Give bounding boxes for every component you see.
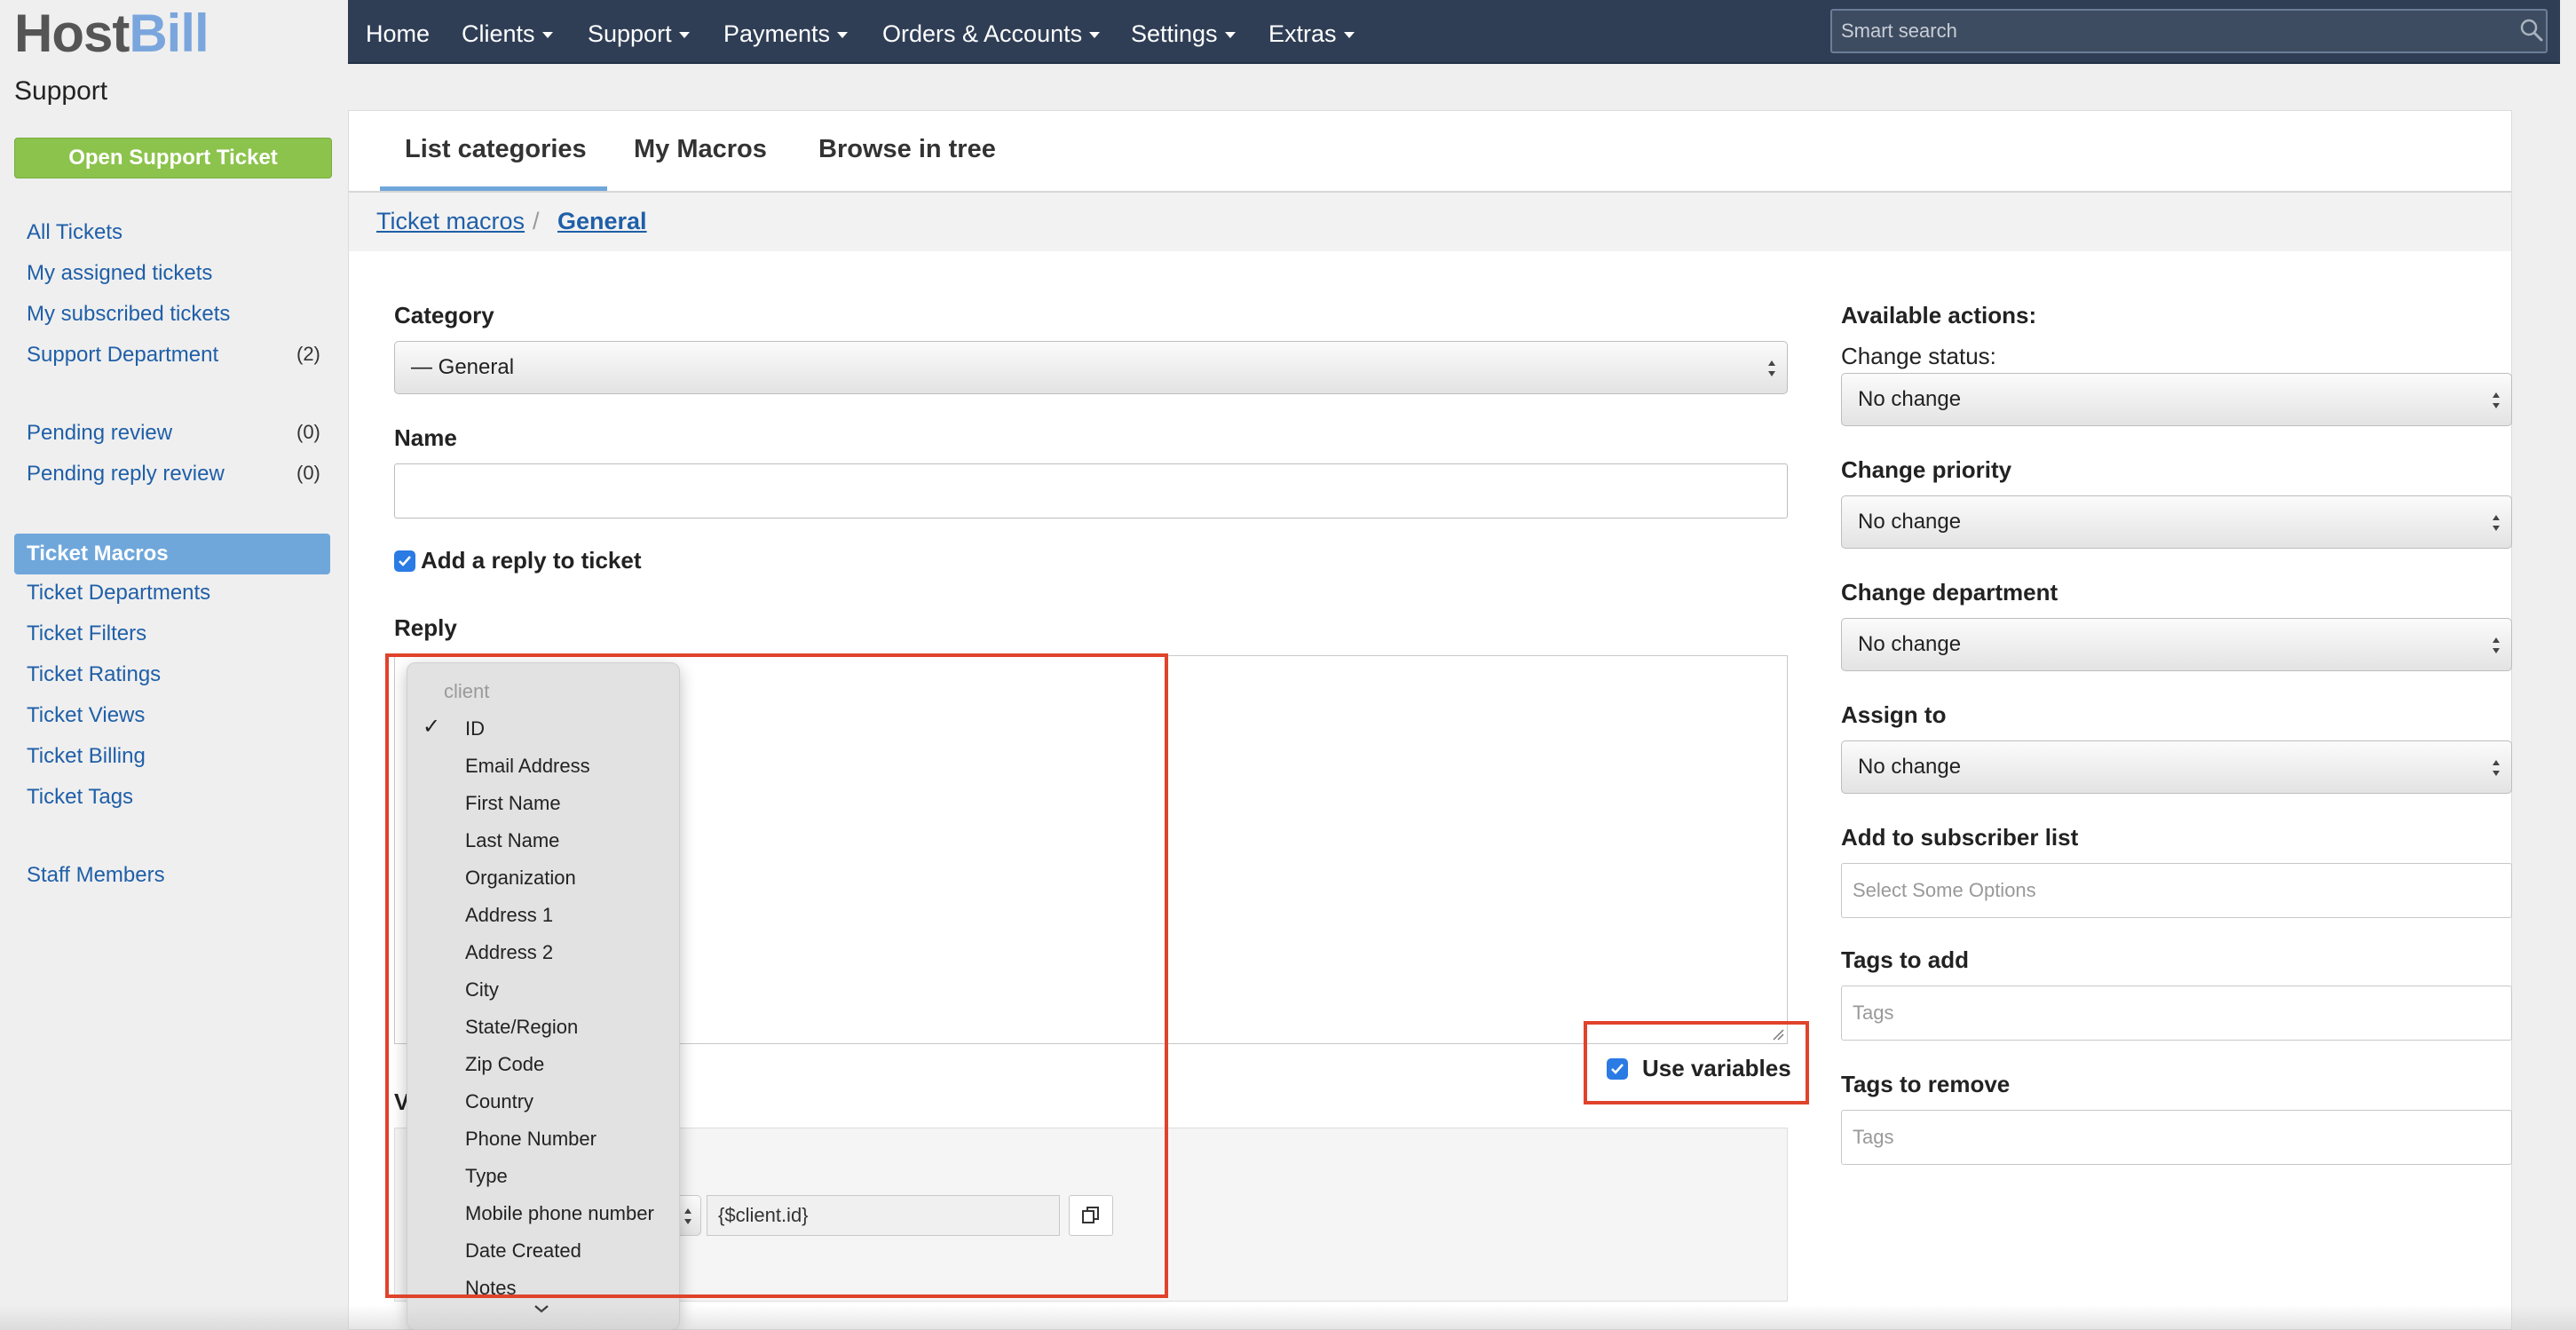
sidebar-item-pending-review[interactable]: Pending review (27, 421, 172, 446)
nav-home[interactable]: Home (366, 0, 430, 64)
sidebar-item-all-tickets[interactable]: All Tickets (27, 220, 122, 245)
pending-review-count: (0) (296, 421, 320, 443)
available-actions-title: Available actions: (1841, 302, 2037, 329)
bottom-fade (0, 1305, 2576, 1330)
sidebar-title: Support (14, 76, 108, 106)
tab-list-categories[interactable]: List categories (405, 135, 587, 164)
nav-clients[interactable]: Clients (462, 0, 553, 64)
change-priority-label: Change priority (1841, 456, 2012, 483)
select-arrows-icon (2493, 392, 2500, 408)
chevron-down-icon (1224, 32, 1236, 39)
change-status-select[interactable]: No change (1841, 373, 2512, 426)
nav-orders-accounts[interactable]: Orders & Accounts (882, 0, 1101, 64)
nav-settings[interactable]: Settings (1131, 0, 1236, 64)
change-status-label: Change status: (1841, 343, 1996, 369)
sidebar-item-ticket-filters[interactable]: Ticket Filters (27, 621, 146, 646)
active-tab-indicator (380, 186, 607, 191)
breadcrumb-ticket-macros[interactable]: Ticket macros (376, 208, 525, 235)
breadcrumb-separator: / (533, 208, 540, 234)
select-arrows-icon (2493, 515, 2500, 531)
nav-orders-accounts-label: Orders & Accounts (882, 20, 1083, 47)
logo-text-bill: Bill (129, 4, 209, 63)
select-arrows-icon (1768, 360, 1775, 376)
chevron-down-icon (678, 32, 690, 39)
open-support-ticket-button[interactable]: Open Support Ticket (14, 138, 332, 178)
tags-to-remove-input[interactable]: Tags (1841, 1110, 2512, 1165)
tags-to-remove-label: Tags to remove (1841, 1071, 2011, 1097)
reply-label: Reply (394, 614, 457, 641)
highlight-box-dropdown (385, 653, 1168, 1298)
logo-text-host: Host (14, 4, 130, 63)
assign-to-value: No change (1858, 755, 1962, 779)
tab-my-macros[interactable]: My Macros (634, 135, 767, 164)
nav-extras[interactable]: Extras (1268, 0, 1355, 64)
sidebar-item-my-assigned-tickets[interactable]: My assigned tickets (27, 261, 212, 286)
category-select-value: — General (411, 355, 515, 379)
sidebar-item-ticket-macros[interactable]: Ticket Macros (14, 534, 330, 574)
assign-to-label: Assign to (1841, 701, 1947, 728)
highlight-box-use-variables (1584, 1021, 1809, 1104)
subscriber-list-input[interactable]: Select Some Options (1841, 863, 2512, 918)
checkmark-icon (399, 556, 411, 566)
category-label: Category (394, 302, 494, 329)
nav-extras-label: Extras (1268, 20, 1337, 47)
sidebar-item-pending-reply-review[interactable]: Pending reply review (27, 462, 225, 487)
smart-search-input[interactable]: Smart search (1830, 9, 2548, 53)
assign-to-select[interactable]: No change (1841, 740, 2512, 794)
sidebar-item-ticket-views[interactable]: Ticket Views (27, 703, 145, 728)
change-priority-value: No change (1858, 510, 1962, 534)
name-label: Name (394, 424, 457, 451)
pending-reply-review-count: (0) (296, 462, 320, 484)
change-priority-select[interactable]: No change (1841, 495, 2512, 549)
chevron-down-icon (837, 32, 849, 39)
select-arrows-icon (2493, 760, 2500, 776)
tab-browse-in-tree[interactable]: Browse in tree (818, 135, 996, 164)
support-department-count: (2) (296, 343, 320, 365)
subscriber-list-label: Add to subscriber list (1841, 824, 2079, 851)
chevron-down-icon (1089, 32, 1101, 39)
nav-support[interactable]: Support (588, 0, 690, 64)
chevron-down-icon (1343, 32, 1355, 39)
name-input[interactable] (394, 463, 1788, 519)
sidebar-item-ticket-departments[interactable]: Ticket Departments (27, 581, 210, 606)
add-reply-label: Add a reply to ticket (421, 547, 642, 574)
select-arrows-icon (2493, 637, 2500, 653)
hostbill-logo[interactable]: HostBill (14, 4, 209, 64)
sidebar-item-ticket-billing[interactable]: Ticket Billing (27, 744, 146, 769)
change-department-value: No change (1858, 632, 1962, 656)
sidebar-item-ticket-ratings[interactable]: Ticket Ratings (27, 662, 161, 687)
add-reply-checkbox[interactable] (394, 550, 415, 572)
change-status-value: No change (1858, 387, 1962, 411)
nav-payments[interactable]: Payments (723, 0, 849, 64)
sidebar-item-staff-members[interactable]: Staff Members (27, 863, 165, 888)
change-department-label: Change department (1841, 579, 2058, 606)
breadcrumb (349, 193, 2511, 251)
tags-to-add-input[interactable]: Tags (1841, 986, 2512, 1041)
nav-clients-label: Clients (462, 20, 535, 47)
change-department-select[interactable]: No change (1841, 618, 2512, 671)
nav-support-label: Support (588, 20, 672, 47)
nav-settings-label: Settings (1131, 20, 1218, 47)
category-select[interactable]: — General (394, 341, 1788, 394)
sidebar-item-support-department[interactable]: Support Department (27, 343, 218, 368)
sidebar-item-ticket-tags[interactable]: Ticket Tags (27, 785, 133, 810)
breadcrumb-general[interactable]: General (557, 208, 647, 235)
sidebar-item-my-subscribed-tickets[interactable]: My subscribed tickets (27, 302, 230, 327)
chevron-down-icon (541, 32, 553, 39)
nav-home-label: Home (366, 20, 431, 47)
tags-to-add-label: Tags to add (1841, 946, 1969, 973)
nav-payments-label: Payments (723, 20, 831, 47)
search-icon[interactable] (2519, 18, 2544, 43)
